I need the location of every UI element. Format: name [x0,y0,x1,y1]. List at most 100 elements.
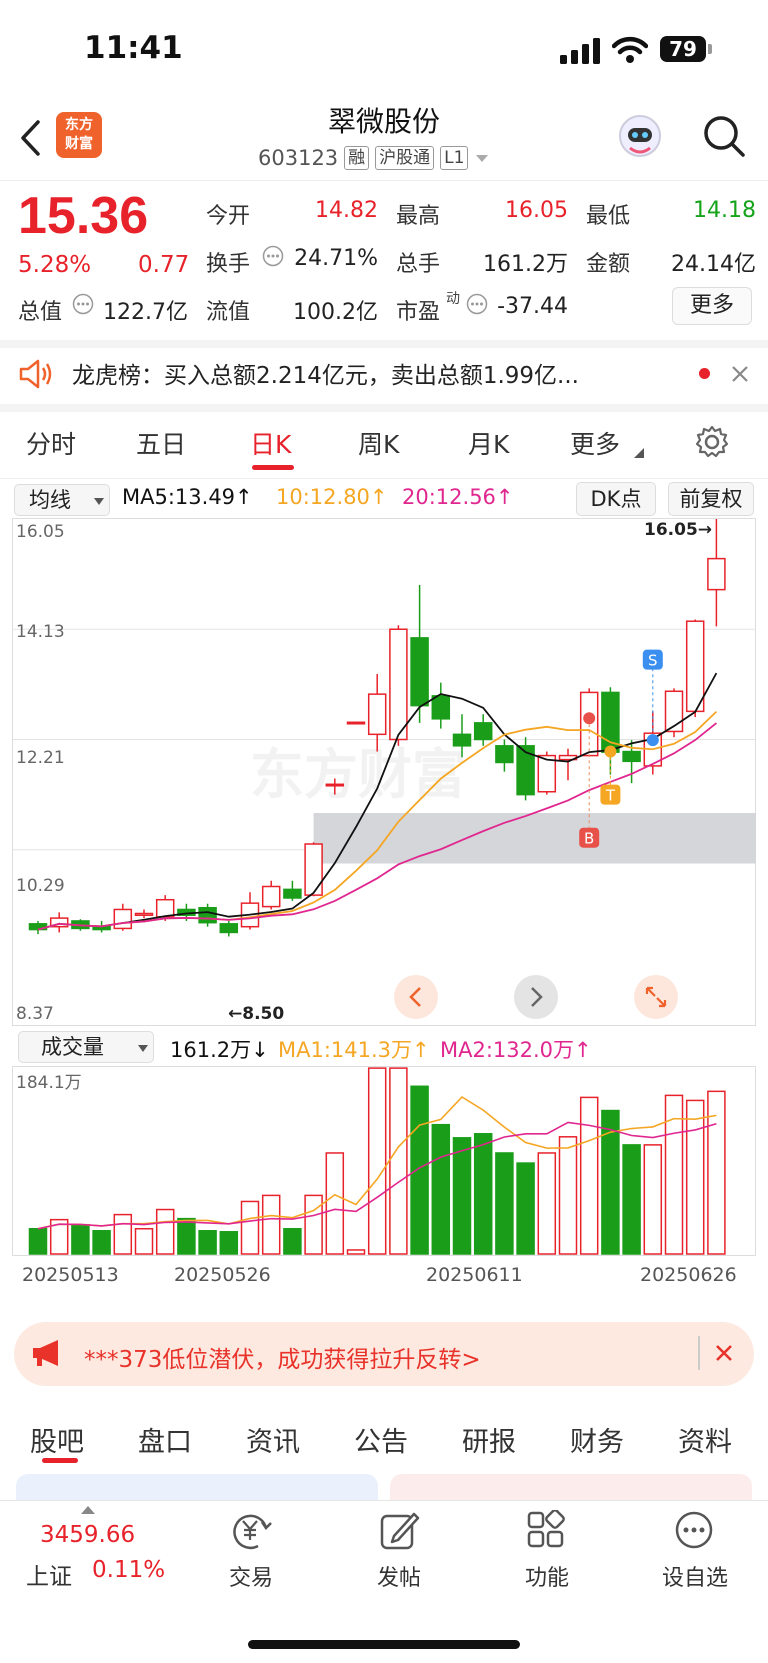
tab-intraday[interactable]: 分时 [26,425,76,461]
volume-current: 161.2万↓ [170,1038,269,1062]
candle-body [389,628,408,741]
b-signal-dot [583,712,596,725]
volume-bar [389,1067,408,1255]
t-signal-dot [604,745,617,758]
trade-yen-icon[interactable] [228,1510,274,1552]
adjust-button[interactable]: 前复权 [668,482,754,516]
chevron-left-icon [409,987,421,1007]
volume-bar [325,1152,345,1255]
corner-caret-icon [634,448,644,458]
candle-body [346,721,366,725]
search-icon[interactable] [702,114,746,158]
candle-body [283,888,302,899]
tab-announcements[interactable]: 公告 [354,1420,408,1459]
promo-text[interactable]: ***373低位潜伏，成功获得拉升反转> [84,1340,481,1374]
tab-order-book[interactable]: 盘口 [138,1420,192,1459]
close-icon[interactable] [730,364,750,384]
index-value[interactable]: 3459.66 [40,1522,135,1548]
tab-news[interactable]: 资讯 [246,1420,300,1459]
battery-tip [708,44,712,54]
functions-grid-icon[interactable] [526,1510,566,1550]
close-icon[interactable] [714,1343,734,1363]
ma20-readout: 20:12.56↑ [402,485,514,509]
post-label[interactable]: 发帖 [344,1560,454,1592]
dk-point-button[interactable]: DK点 [576,482,656,516]
more-quote-button[interactable]: 更多 [672,287,752,325]
notice-text[interactable]: 龙虎榜：买入总额2.214亿元，卖出总额1.99亿... [72,356,579,390]
s-signal-dot [646,734,659,747]
volume-value: 161.2万 [483,252,568,277]
scroll-left-button[interactable] [394,975,438,1019]
high-label: 最高 [396,204,441,229]
index-name[interactable]: 上证 [26,1557,72,1591]
functions-label[interactable]: 功能 [492,1560,602,1592]
tab-research[interactable]: 研报 [462,1420,516,1459]
s-signal-text: S [648,652,658,670]
tab-profile[interactable]: 资料 [678,1420,732,1459]
candle-body [113,908,133,930]
info-dots-icon[interactable] [466,293,488,315]
candle-body [261,885,281,908]
tab-weekly-k[interactable]: 周K [358,425,399,461]
volume-bar [177,1217,196,1255]
forum-card-right[interactable] [390,1474,752,1500]
candle-body [452,733,472,747]
float-cap-label: 流值 [206,300,251,325]
add-watchlist-label[interactable]: 设自选 [640,1560,750,1592]
volume-bar [28,1227,48,1255]
scroll-right-button[interactable] [514,975,558,1019]
candle-body [707,557,726,591]
volume-bar [304,1194,323,1255]
unread-dot [699,368,710,379]
post-edit-icon[interactable] [378,1510,420,1552]
tab-more[interactable]: 更多 [570,425,620,461]
wifi-icon [612,36,648,63]
amount-value: 24.14亿 [671,252,756,277]
stock-code-row[interactable]: 603123 融 沪股通 L1 [258,146,490,170]
trade-label[interactable]: 交易 [196,1560,306,1592]
volume-indicator-select[interactable]: 成交量 [18,1031,154,1063]
volume-bar [219,1231,239,1255]
tab-daily-k[interactable]: 日K [250,425,291,461]
status-time: 11:41 [84,30,183,66]
forum-card-left[interactable] [16,1474,378,1500]
low-value: 14.18 [693,198,756,223]
volume-chart[interactable] [12,1066,756,1256]
active-tab-indicator [252,465,294,470]
app-logo[interactable]: 东方 财富 [56,112,102,158]
turnover-value: 24.71% [294,246,378,271]
pe-value: -37.44 [497,294,568,319]
more-options-icon[interactable] [674,1510,714,1550]
dropdown-caret-icon [476,155,489,162]
low-price-marker: ←8.50 [228,1004,285,1024]
kline-chart[interactable]: B T S [12,518,756,1026]
volume-top-label: 184.1万 [16,1073,82,1093]
tab-monthly-k[interactable]: 月K [468,425,509,461]
tab-finance[interactable]: 财务 [570,1420,624,1459]
logo-line-2: 财富 [65,136,93,152]
candle-body [622,750,641,763]
volume-bar [622,1144,641,1255]
settings-gear-icon[interactable] [694,424,730,460]
back-arrow-icon[interactable] [18,118,42,158]
y-tick-label: 16.05 [16,522,65,542]
section-divider [0,404,768,412]
indicator-select[interactable]: 均线 [14,484,110,516]
tab-forum[interactable]: 股吧 [30,1420,84,1459]
dropdown-caret-icon [94,498,104,505]
candle-body [155,898,175,918]
volume-bar [92,1230,111,1255]
open-value: 14.82 [315,198,378,223]
gap-zone [313,813,756,864]
candle-body [410,637,429,707]
robot-assistant-icon[interactable] [616,112,664,160]
tab-five-day[interactable]: 五日 [136,425,186,461]
index-change[interactable]: 0.11% [92,1557,165,1583]
fullscreen-button[interactable] [634,975,678,1019]
float-cap-value: 100.2亿 [293,300,378,325]
y-tick-label: 8.37 [16,1004,54,1024]
info-dots-icon[interactable] [262,245,284,267]
pe-superscript: 动 [446,291,460,307]
info-dots-icon[interactable] [72,293,94,315]
tag-margin: 融 [344,146,370,170]
